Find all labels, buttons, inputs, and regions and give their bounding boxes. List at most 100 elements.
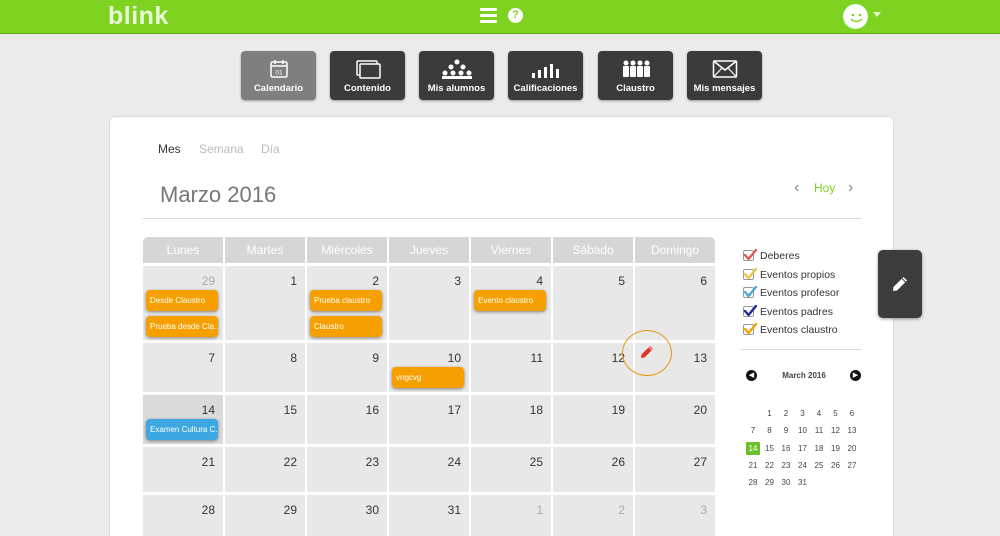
mini-day[interactable]: 4 (812, 407, 826, 420)
day-cell[interactable]: 24 (389, 447, 469, 492)
day-cell[interactable]: 21 (143, 447, 223, 492)
day-cell[interactable]: 19 (553, 395, 633, 444)
mini-day[interactable]: 8 (763, 424, 777, 437)
nav-calendario[interactable]: 01 Calendario (241, 51, 316, 100)
mini-day[interactable]: 18 (812, 442, 826, 455)
day-cell[interactable]: 28 (143, 495, 223, 536)
mini-day[interactable]: 11 (812, 424, 826, 437)
mini-day[interactable]: 27 (845, 459, 859, 472)
tab-semana[interactable]: Semana (199, 142, 244, 156)
mini-day[interactable]: 2 (779, 407, 793, 420)
mini-day[interactable]: 9 (779, 424, 793, 437)
day-cell[interactable]: 5 (553, 266, 633, 340)
day-cell[interactable]: 17 (389, 395, 469, 444)
day-cell[interactable]: 26 (553, 447, 633, 492)
mini-day[interactable]: 7 (746, 424, 760, 437)
day-cell[interactable]: 29 (225, 495, 305, 536)
app-logo[interactable]: blink (108, 2, 169, 31)
mini-day[interactable]: 25 (812, 459, 826, 472)
menu-icon[interactable] (480, 8, 497, 24)
mini-day[interactable]: 12 (829, 424, 843, 437)
checkbox-icon[interactable] (743, 267, 757, 280)
nav-contenido[interactable]: Contenido (330, 51, 405, 100)
day-cell[interactable]: 6 (635, 266, 715, 340)
nav-mis-mensajes[interactable]: Mis mensajes (687, 51, 762, 100)
chevron-right-icon[interactable]: › (848, 180, 858, 197)
mini-day[interactable]: 31 (796, 476, 810, 489)
mini-day[interactable]: 17 (796, 442, 810, 455)
avatar[interactable] (843, 4, 868, 29)
day-cell[interactable]: 3 (389, 266, 469, 340)
chevron-down-icon[interactable] (873, 12, 881, 17)
day-cell[interactable]: 11 (471, 343, 551, 392)
day-cell[interactable]: 15 (225, 395, 305, 444)
event-chip[interactable]: Prueba desde Cla... (146, 316, 218, 337)
mini-day[interactable]: 20 (845, 442, 859, 455)
mini-day[interactable]: 16 (779, 442, 793, 455)
day-cell[interactable]: 3 (635, 495, 715, 536)
day-cell[interactable]: 9 (307, 343, 387, 392)
day-cell[interactable]: 2 Prueba claustro Claustro (307, 266, 387, 340)
mini-day[interactable]: 30 (779, 476, 793, 489)
day-cell[interactable]: 14 Examen Cultura C... (143, 395, 223, 444)
legend-item[interactable]: Eventos claustro (743, 322, 863, 338)
event-chip[interactable]: Evento claustro (474, 290, 546, 311)
day-cell[interactable]: 10 vngcvg (389, 343, 469, 392)
mini-day[interactable]: 5 (829, 407, 843, 420)
checkbox-icon[interactable] (743, 248, 757, 261)
day-cell[interactable]: 7 (143, 343, 223, 392)
mini-day[interactable]: 14 (746, 441, 760, 455)
mini-day[interactable]: 24 (796, 459, 810, 472)
mini-day[interactable]: 29 (763, 476, 777, 489)
tab-mes[interactable]: Mes (158, 142, 181, 156)
day-cell[interactable]: 16 (307, 395, 387, 444)
event-chip[interactable]: Prueba claustro (310, 290, 382, 311)
mini-day[interactable]: 19 (829, 442, 843, 455)
mini-day[interactable]: 22 (763, 459, 777, 472)
event-chip[interactable]: Claustro (310, 316, 382, 337)
day-cell[interactable]: 1 (471, 495, 551, 536)
day-cell[interactable]: 31 (389, 495, 469, 536)
day-cell[interactable]: 8 (225, 343, 305, 392)
day-cell[interactable]: 27 (635, 447, 715, 492)
mini-day[interactable]: 3 (796, 407, 810, 420)
day-cell[interactable]: 30 (307, 495, 387, 536)
tab-dia[interactable]: Día (261, 142, 280, 156)
edit-button[interactable] (878, 250, 922, 318)
mini-day[interactable]: 21 (746, 459, 760, 472)
help-icon[interactable]: ? (508, 8, 523, 23)
event-chip[interactable]: vngcvg (392, 367, 464, 388)
nav-calificaciones[interactable]: Calificaciones (508, 51, 583, 100)
day-cell[interactable]: 2 (553, 495, 633, 536)
mini-day[interactable]: 23 (779, 459, 793, 472)
day-cell[interactable]: 23 (307, 447, 387, 492)
mini-day[interactable]: 28 (746, 476, 760, 489)
day-cell[interactable]: 22 (225, 447, 305, 492)
legend-item[interactable]: Deberes (743, 248, 863, 264)
mini-day[interactable]: 1 (763, 407, 777, 420)
chevron-right-icon[interactable]: ▶ (850, 370, 861, 381)
nav-claustro[interactable]: Claustro (598, 51, 673, 100)
chevron-left-icon[interactable]: ‹ (794, 180, 804, 197)
day-cell[interactable]: 4 Evento claustro (471, 266, 551, 340)
day-cell[interactable]: 12 (553, 343, 633, 392)
mini-day[interactable]: 15 (763, 442, 777, 455)
add-event-cursor[interactable] (622, 330, 672, 376)
mini-day[interactable]: 26 (829, 459, 843, 472)
mini-day[interactable]: 10 (796, 424, 810, 437)
event-chip[interactable]: Desde Claustro (146, 290, 218, 311)
today-button[interactable]: Hoy (814, 181, 835, 195)
checkbox-icon[interactable] (743, 322, 757, 335)
checkbox-icon[interactable] (743, 285, 757, 298)
day-cell[interactable]: 29 Desde Claustro Prueba desde Cla... (143, 266, 223, 340)
day-cell[interactable]: 20 (635, 395, 715, 444)
day-cell[interactable]: 18 (471, 395, 551, 444)
checkbox-icon[interactable] (743, 304, 757, 317)
event-chip[interactable]: Examen Cultura C... (146, 419, 218, 440)
mini-day[interactable]: 6 (845, 407, 859, 420)
mini-day[interactable]: 13 (845, 424, 859, 437)
day-cell[interactable]: 25 (471, 447, 551, 492)
legend-item[interactable]: Eventos padres (743, 304, 863, 320)
legend-item[interactable]: Eventos propios (743, 267, 863, 283)
nav-mis-alumnos[interactable]: Mis alumnos (419, 51, 494, 100)
